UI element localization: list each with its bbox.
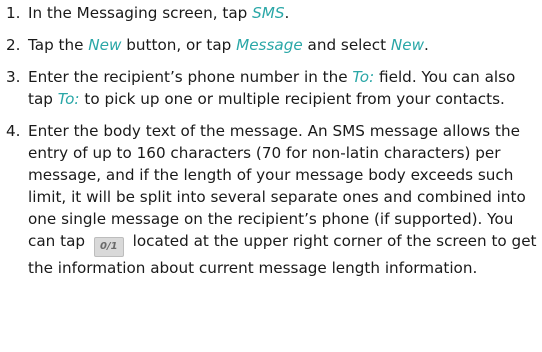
ui-term: New [390,36,425,54]
step-text-run: Enter the body text of the message. An S… [28,122,526,250]
step-number: 2. [6,36,21,54]
step-text-run: and select [302,36,391,54]
ui-term: Message [236,36,303,54]
step-number: 1. [6,4,21,22]
step-item: 1. In the Messaging screen, tap SMS. [6,2,542,24]
step-text-run: button, or tap [121,36,237,54]
step-text-run: Tap the [28,36,89,54]
step-number: 3. [6,68,21,86]
step-text-run: . [424,36,429,54]
ui-term: To: [57,90,80,108]
ui-term: To: [352,68,375,86]
step-text-run: . [284,4,290,22]
step-text: Enter the recipient’s phone number in th… [28,66,542,110]
step-item: 2. Tap the New button, or tap Message and… [6,34,542,56]
step-text-run: to pick up one or multiple recipient fro… [79,90,505,108]
step-text: In the Messaging screen, tap SMS. [28,2,542,24]
step-item: 4. Enter the body text of the message. An… [6,120,542,279]
step-text: Enter the body text of the message. An S… [28,120,542,279]
step-text-run: In the Messaging screen, tap [28,4,253,22]
step-text-run: Enter the recipient’s phone number in th… [28,68,353,86]
instruction-list: 1. In the Messaging screen, tap SMS. 2. Tap… [0,0,542,279]
ui-term: SMS [252,4,285,22]
step-number: 4. [6,122,21,140]
step-item: 3. Enter the recipient’s phone number in … [6,66,542,110]
message-length-counter-icon: 0/1 [93,237,124,257]
step-text: Tap the New button, or tap Message and s… [28,34,542,56]
ui-term: New [88,36,122,54]
